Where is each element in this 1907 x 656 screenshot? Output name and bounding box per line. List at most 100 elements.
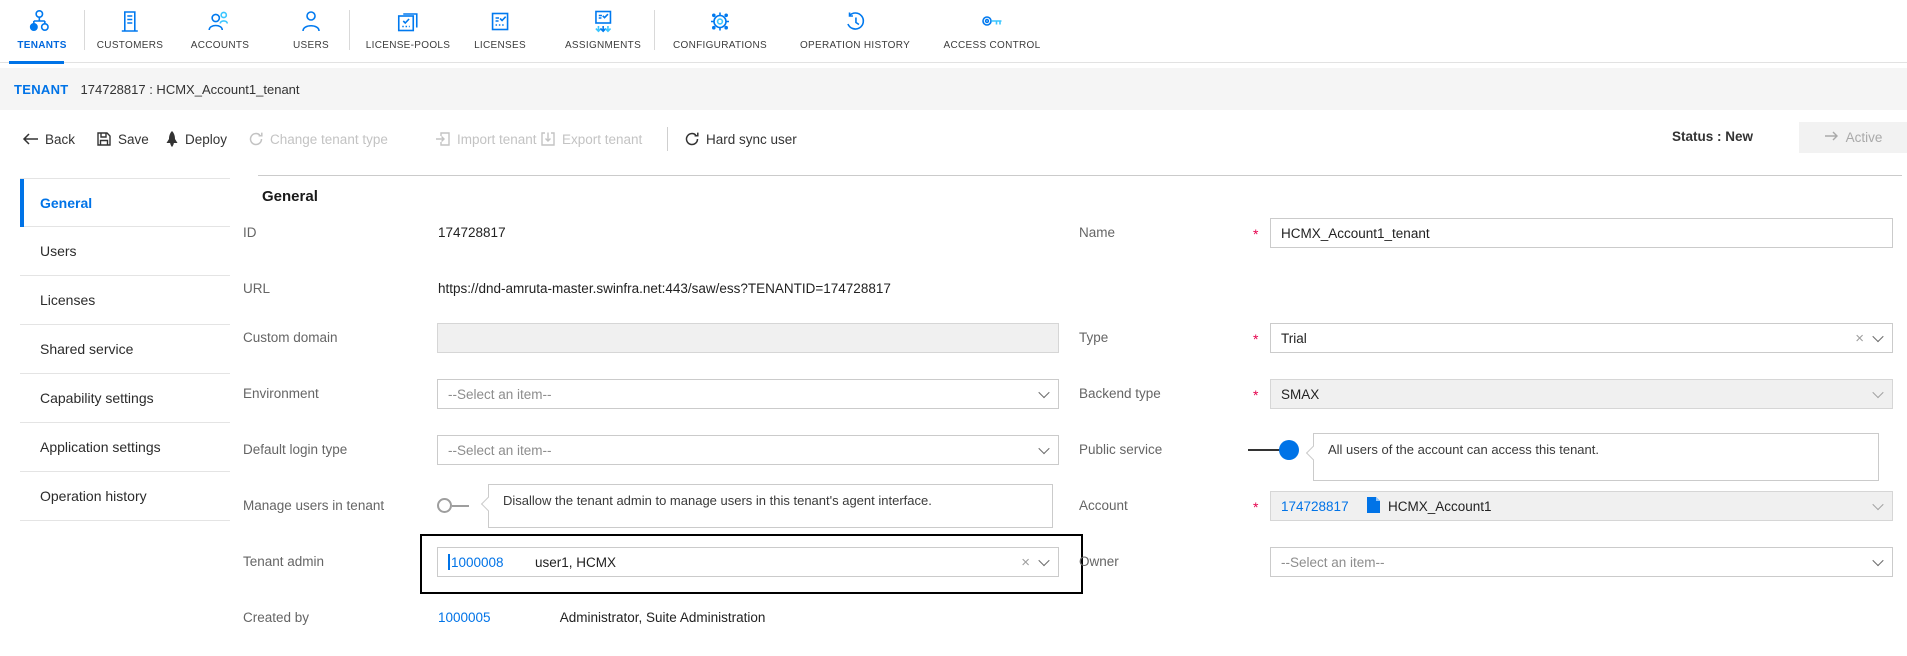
tenant-bar-label: TENANT	[14, 81, 69, 97]
account-field[interactable]: 174728817 HCMX_Account1	[1270, 491, 1893, 521]
chevron-down-icon[interactable]	[1038, 442, 1050, 455]
environment-dropdown[interactable]: --Select an item--	[437, 379, 1059, 409]
created-by-name: Administrator, Suite Administration	[559, 610, 766, 625]
owner-dropdown[interactable]: --Select an item--	[1270, 547, 1893, 577]
account-name: HCMX_Account1	[1388, 498, 1492, 514]
tenant-admin-combobox[interactable]: 1000008 user1, HCMX ×	[437, 547, 1059, 577]
hard-sync-user-button[interactable]: Hard sync user	[684, 124, 797, 154]
set-active-button[interactable]: Active	[1799, 122, 1907, 153]
nav-label: OPERATION HISTORY	[799, 40, 911, 51]
nav-label: USERS	[293, 40, 329, 51]
account-id-link[interactable]: 174728817	[1281, 499, 1365, 514]
sidebar: General Users Licenses Shared service Ca…	[20, 178, 230, 521]
nav-label: ACCESS CONTROL	[943, 40, 1041, 51]
tooltip-notch	[480, 496, 496, 512]
default-login-type-label: Default login type	[243, 442, 348, 457]
import-tenant-button[interactable]: Import tenant	[435, 124, 537, 154]
history-clock-icon	[841, 6, 869, 38]
tenant-admin-name: user1, HCMX	[535, 554, 617, 570]
nav-item-licenses[interactable]: LICENSES	[474, 6, 526, 51]
top-navigation: TENANTS CUSTOMERS ACCOUNTS USERS LICENSE…	[0, 0, 1907, 64]
gear-icon	[706, 6, 734, 38]
active-tab-underline	[9, 61, 64, 64]
chevron-down-icon[interactable]	[1038, 386, 1050, 399]
manage-users-tooltip: Disallow the tenant admin to manage user…	[480, 484, 1053, 528]
sidebar-item-application-settings[interactable]: Application settings	[20, 423, 230, 472]
toolbar-separator	[667, 127, 668, 151]
nav-item-customers[interactable]: CUSTOMERS	[97, 6, 163, 51]
toolbar: Back Save Deploy Change tenant type Impo…	[0, 122, 1907, 158]
default-login-type-dropdown[interactable]: --Select an item--	[437, 435, 1059, 465]
type-combobox[interactable]: Trial ×	[1270, 323, 1893, 353]
nav-label: LICENSE-POOLS	[365, 40, 451, 51]
sidebar-item-operation-history[interactable]: Operation history	[20, 472, 230, 521]
right-arrow-icon	[1824, 130, 1839, 145]
clear-icon[interactable]: ×	[1855, 331, 1864, 346]
deploy-button[interactable]: Deploy	[165, 124, 227, 154]
id-value: 174728817	[438, 225, 506, 240]
required-asterisk: *	[1253, 387, 1259, 403]
chevron-down-icon	[1872, 386, 1884, 399]
export-icon	[540, 131, 556, 147]
import-icon	[435, 131, 451, 147]
tenant-admin-id[interactable]: 1000008	[451, 555, 535, 570]
nav-separator	[349, 10, 350, 50]
required-asterisk: *	[1253, 499, 1259, 515]
nav-item-access-control[interactable]: ACCESS CONTROL	[944, 6, 1041, 51]
save-icon	[96, 131, 112, 147]
sidebar-item-licenses[interactable]: Licenses	[20, 276, 230, 325]
custom-domain-input[interactable]	[437, 323, 1059, 353]
nav-label: CONFIGURATIONS	[672, 40, 768, 51]
clear-icon[interactable]: ×	[1021, 555, 1030, 570]
nav-label: ACCOUNTS	[190, 40, 250, 51]
public-service-label: Public service	[1079, 442, 1163, 457]
custom-domain-label: Custom domain	[243, 330, 338, 345]
required-asterisk: *	[1253, 331, 1259, 347]
nav-label: LICENSES	[474, 40, 526, 51]
nav-label: TENANTS	[17, 40, 67, 51]
required-asterisk: *	[1253, 226, 1259, 242]
manage-users-toggle-off[interactable]	[437, 498, 469, 513]
sidebar-item-capability-settings[interactable]: Capability settings	[20, 374, 230, 423]
nav-item-operation-history[interactable]: OPERATION HISTORY	[800, 6, 910, 51]
nav-separator	[84, 10, 85, 50]
name-label: Name	[1079, 225, 1116, 240]
chevron-down-icon[interactable]	[1038, 554, 1050, 567]
nav-item-configurations[interactable]: CONFIGURATIONS	[673, 6, 767, 51]
form-section-heading: General	[262, 188, 318, 205]
nav-item-license-pools[interactable]: LICENSE-POOLS	[366, 6, 450, 51]
sidebar-item-shared-service[interactable]: Shared service	[20, 325, 230, 374]
tenant-header-bar: TENANT 174728817 : HCMX_Account1_tenant	[0, 68, 1907, 110]
tenant-admin-label: Tenant admin	[243, 554, 325, 569]
environment-label: Environment	[243, 386, 319, 401]
created-by-id: 1000005 Administrator, Suite Administrat…	[438, 603, 765, 633]
rocket-icon	[165, 131, 179, 147]
public-service-toggle-on[interactable]	[1248, 440, 1299, 460]
licenses-icon	[486, 6, 514, 38]
sidebar-item-general[interactable]: General	[20, 178, 230, 227]
nav-label: CUSTOMERS	[96, 40, 164, 51]
chevron-down-icon[interactable]	[1872, 554, 1884, 567]
nav-item-users[interactable]: USERS	[293, 6, 329, 51]
nav-item-tenants[interactable]: TENANTS	[17, 6, 66, 51]
created-by-id-link[interactable]: 1000005	[438, 603, 522, 633]
two-users-icon	[206, 6, 234, 38]
key-icon	[978, 6, 1006, 38]
nav-label: ASSIGNMENTS	[564, 40, 642, 51]
name-input[interactable]: HCMX_Account1_tenant	[1270, 218, 1893, 248]
chevron-down-icon	[1872, 498, 1884, 511]
document-icon	[1367, 496, 1380, 516]
save-button[interactable]: Save	[96, 124, 149, 154]
owner-label: Owner	[1079, 554, 1119, 569]
assignments-icon	[589, 6, 617, 38]
nav-item-accounts[interactable]: ACCOUNTS	[191, 6, 250, 51]
sidebar-item-users[interactable]: Users	[20, 227, 230, 276]
manage-users-label: Manage users in tenant	[243, 498, 385, 513]
backend-type-dropdown[interactable]: SMAX	[1270, 379, 1893, 409]
back-button[interactable]: Back	[22, 124, 75, 154]
tooltip-notch	[1305, 445, 1321, 461]
chevron-down-icon[interactable]	[1872, 330, 1884, 343]
change-tenant-type-button[interactable]: Change tenant type	[248, 124, 388, 154]
export-tenant-button[interactable]: Export tenant	[540, 124, 642, 154]
nav-item-assignments[interactable]: ASSIGNMENTS	[565, 6, 641, 51]
